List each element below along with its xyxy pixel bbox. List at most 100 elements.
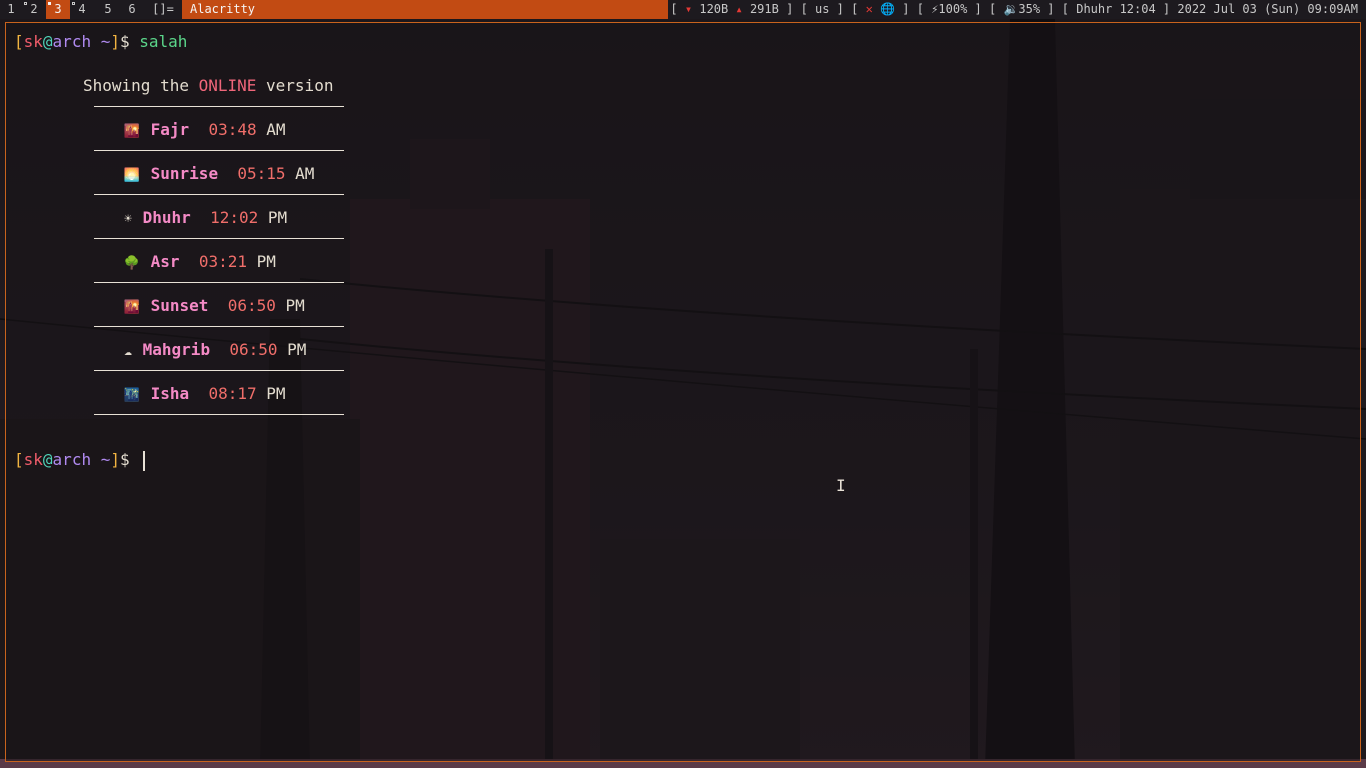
prayer-name: Dhuhr bbox=[142, 208, 191, 227]
night-city-icon: 🌃 bbox=[123, 388, 141, 403]
upload-rate: 291B bbox=[749, 2, 779, 16]
prayer-ampm: AM bbox=[266, 120, 286, 139]
sun-icon: ☀ bbox=[124, 212, 132, 227]
tag-label: 4 bbox=[78, 2, 86, 16]
tag-1[interactable]: 1 bbox=[0, 0, 22, 19]
prompt-host: arch bbox=[52, 32, 92, 51]
wifi-bracket: [ bbox=[851, 2, 859, 16]
tag-label: 1 bbox=[7, 2, 15, 16]
prayer-time: 03:21 bbox=[198, 252, 247, 271]
next-prayer-status: [ Dhuhr 12:04 ] bbox=[1061, 2, 1171, 16]
prayer-time: 05:15 bbox=[237, 164, 286, 183]
keyboard-layout: [ us ] bbox=[800, 2, 844, 16]
prayer-row-sunrise: 🌅 Sunrise 05:15 AM bbox=[123, 164, 315, 186]
prompt-at: @ bbox=[42, 450, 53, 469]
prayer-time: 06:50 bbox=[227, 296, 276, 315]
prayer-row-asr: 🌳 Asr 03:21 PM bbox=[123, 252, 276, 274]
prompt-host: arch bbox=[52, 450, 92, 469]
prompt-bracket: [ bbox=[14, 450, 24, 469]
tag-6[interactable]: 6 bbox=[120, 0, 144, 19]
table-separator bbox=[94, 106, 344, 107]
prayer-ampm: PM bbox=[285, 296, 305, 315]
window-title: Alacritty bbox=[190, 2, 256, 16]
status-area: [ ▾ 120B ▴ 291B ] [ us ] [ ✕ 🌐 ] [ ⚡100%… bbox=[670, 0, 1358, 19]
tag-label: 2 bbox=[30, 2, 38, 16]
prayer-row-mahgrib: ☁ Mahgrib 06:50 PM bbox=[123, 340, 306, 362]
cloud-icon: ☁ bbox=[124, 344, 132, 359]
tag-label: 3 bbox=[54, 2, 62, 16]
table-separator bbox=[94, 150, 344, 151]
tag-5[interactable]: 5 bbox=[96, 0, 120, 19]
upload-arrow-icon: ▴ bbox=[735, 2, 743, 16]
prayer-name: Asr bbox=[150, 252, 180, 271]
prayer-name: Isha bbox=[150, 384, 190, 403]
prompt-dir: ~ bbox=[91, 450, 111, 469]
table-separator bbox=[94, 326, 344, 327]
sunset-over-city-icon: 🌇 bbox=[123, 300, 141, 315]
volume-status: [ 🔉35% ] bbox=[989, 2, 1055, 16]
command-text: salah bbox=[139, 32, 188, 51]
download-arrow-icon: ▾ bbox=[684, 2, 693, 16]
prayer-ampm: PM bbox=[267, 208, 288, 227]
table-separator bbox=[94, 414, 344, 415]
prayer-ampm: PM bbox=[287, 340, 307, 359]
tag-3[interactable]: 3 bbox=[46, 0, 70, 19]
header-mode: ONLINE bbox=[198, 76, 257, 95]
table-separator bbox=[94, 370, 344, 371]
prompt-sigil: $ bbox=[119, 32, 130, 51]
prompt-at: @ bbox=[42, 32, 53, 51]
prayer-ampm: PM bbox=[266, 384, 286, 403]
top-status-bar: 1 2 3 4 5 6 []= Alacritty [ ▾ 120B ▴ 291… bbox=[0, 0, 1366, 19]
tag-2[interactable]: 2 bbox=[22, 0, 46, 19]
net-bracket: ] bbox=[786, 2, 794, 16]
layout-indicator[interactable]: []= bbox=[148, 0, 178, 19]
date-time: 2022 Jul 03 (Sun) 09:09AM bbox=[1177, 2, 1358, 16]
table-separator bbox=[94, 238, 344, 239]
output-header: Showing the ONLINE version bbox=[83, 76, 333, 96]
net-bracket: [ bbox=[670, 2, 678, 16]
prompt-bracket: [ bbox=[14, 32, 24, 51]
prompt-line-1: [sk@arch ~]$ salah bbox=[14, 32, 187, 52]
prayer-name: Mahgrib bbox=[142, 340, 211, 359]
occupied-indicator-icon bbox=[48, 2, 51, 5]
header-prefix: Showing the bbox=[83, 76, 199, 95]
tag-label: 6 bbox=[128, 2, 136, 16]
prayer-time: 03:48 bbox=[208, 120, 257, 139]
prayer-row-fajr: 🌇 Fajr 03:48 AM bbox=[123, 120, 286, 142]
terminal-window[interactable]: [sk@arch ~]$ salah Showing the ONLINE ve… bbox=[5, 22, 1361, 762]
download-rate: 120B bbox=[699, 2, 729, 16]
prayer-name: Sunrise bbox=[150, 164, 219, 183]
tree-icon: 🌳 bbox=[123, 256, 141, 271]
sunrise-icon: 🌅 bbox=[123, 168, 141, 183]
prompt-line-2[interactable]: [sk@arch ~]$ bbox=[14, 450, 130, 470]
disconnected-icon: ✕ bbox=[865, 2, 873, 16]
table-separator bbox=[94, 194, 344, 195]
prompt-sigil: $ bbox=[119, 450, 130, 469]
prompt-user: sk bbox=[23, 450, 43, 469]
battery-status: [ ⚡100% ] bbox=[916, 2, 982, 16]
prayer-name: Fajr bbox=[150, 120, 190, 139]
prayer-time: 06:50 bbox=[229, 340, 278, 359]
table-separator bbox=[94, 282, 344, 283]
prayer-row-sunset: 🌇 Sunset 06:50 PM bbox=[123, 296, 305, 318]
text-cursor bbox=[143, 451, 145, 471]
prayer-row-isha: 🌃 Isha 08:17 PM bbox=[123, 384, 286, 406]
prayer-ampm: AM bbox=[295, 164, 315, 183]
mouse-ibeam-icon: I bbox=[836, 476, 846, 495]
prompt-bracket: ] bbox=[110, 450, 120, 469]
wifi-bracket: ] bbox=[902, 2, 910, 16]
tag-label: 5 bbox=[104, 2, 112, 16]
prayer-time: 08:17 bbox=[208, 384, 257, 403]
prayer-ampm: PM bbox=[256, 252, 276, 271]
globe-icon: 🌐 bbox=[880, 2, 896, 16]
header-suffix: version bbox=[256, 76, 334, 95]
prayer-name: Sunset bbox=[150, 296, 209, 315]
sunrise-over-city-icon: 🌇 bbox=[123, 124, 141, 139]
occupied-indicator-icon bbox=[24, 2, 27, 5]
tag-4[interactable]: 4 bbox=[70, 0, 94, 19]
layout-symbol: []= bbox=[152, 2, 174, 16]
occupied-indicator-icon bbox=[72, 2, 75, 5]
prompt-user: sk bbox=[23, 32, 43, 51]
prayer-row-dhuhr: ☀ Dhuhr 12:02 PM bbox=[123, 208, 287, 230]
prompt-bracket: ] bbox=[110, 32, 120, 51]
